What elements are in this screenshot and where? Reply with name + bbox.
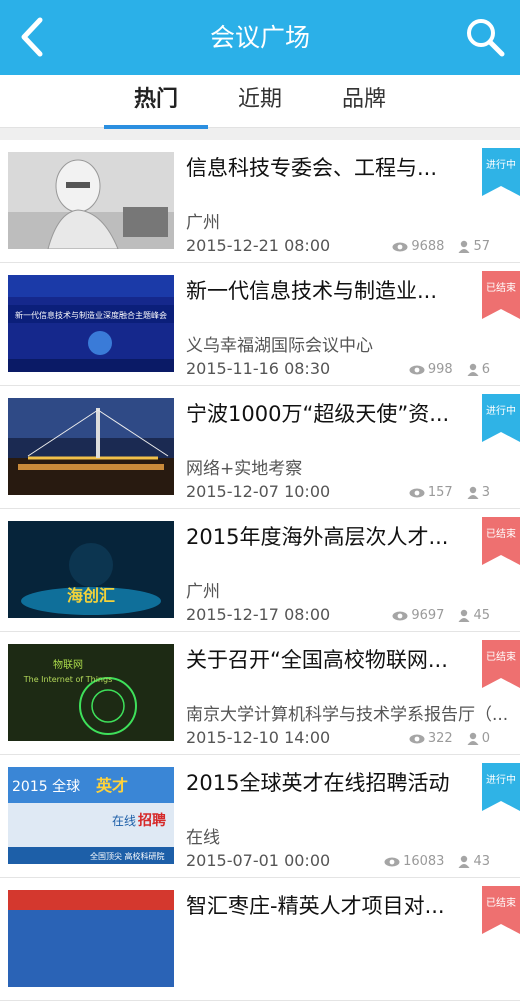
- meeting-thumbnail: 海创汇: [8, 521, 174, 618]
- top-bar: 会议广场: [0, 0, 520, 75]
- meeting-thumbnail: [8, 152, 174, 249]
- meeting-location: 南京大学计算机科学与技术学系报告厅（...: [186, 705, 509, 725]
- meeting-location: 在线: [186, 828, 220, 848]
- view-count: 998: [427, 362, 453, 377]
- view-count: 9697: [411, 608, 445, 623]
- page-title: 会议广场: [209, 23, 310, 52]
- eye-icon: [409, 365, 425, 374]
- divider: [0, 128, 520, 140]
- meeting-datetime: 2015-12-17 08:00: [186, 605, 331, 624]
- tab-hot[interactable]: 热门: [104, 75, 208, 129]
- person-icon: [458, 240, 470, 253]
- attendee-count: 0: [481, 731, 490, 746]
- tab-bar: 热门 近期 品牌: [0, 75, 520, 129]
- view-count: 322: [427, 731, 453, 746]
- view-count: 9688: [411, 239, 445, 254]
- list-item[interactable]: 宁波1000万“超级天使”资... 网络+实地考察 2015-12-07 10:…: [0, 386, 520, 509]
- thumbnail-caption: 物联网: [53, 658, 83, 671]
- person-icon: [467, 732, 479, 745]
- status-badge: 已结束: [482, 271, 520, 319]
- meeting-title: 2015全球英才在线招聘活动: [186, 771, 450, 795]
- attendee-count: 43: [473, 854, 490, 869]
- meeting-location: 义乌幸福湖国际会议中心: [186, 336, 373, 356]
- meeting-location: 广州: [186, 582, 220, 602]
- meeting-title: 智汇枣庄-精英人才项目对...: [186, 894, 445, 918]
- view-count: 16083: [403, 854, 445, 869]
- meeting-stats: 998 6: [409, 362, 490, 377]
- meeting-stats: 157 3: [409, 485, 490, 500]
- tab-recent[interactable]: 近期: [208, 75, 312, 127]
- meeting-thumbnail: 物联网 The Internet of Things: [8, 644, 174, 741]
- meeting-stats: 9697 45: [392, 608, 490, 623]
- eye-icon: [409, 734, 425, 743]
- status-badge: 已结束: [482, 640, 520, 688]
- meeting-thumbnail: [8, 398, 174, 495]
- meeting-thumbnail: 2015 全球 英才 在线 招聘 全国顶尖 高校科研院: [8, 767, 174, 864]
- status-badge: 已结束: [482, 886, 520, 934]
- eye-icon: [392, 242, 408, 251]
- meeting-title: 关于召开“全国高校物联网...: [186, 648, 448, 672]
- attendee-count: 45: [473, 608, 490, 623]
- list-item[interactable]: 信息科技专委会、工程与... 广州 2015-12-21 08:00 9688 …: [0, 140, 520, 263]
- list-item[interactable]: 海创汇 2015年度海外高层次人才... 广州 2015-12-17 08:00…: [0, 509, 520, 632]
- status-badge: 进行中: [482, 148, 520, 196]
- meeting-stats: 9688 57: [392, 239, 490, 254]
- thumbnail-caption: 招聘: [138, 812, 166, 829]
- meeting-list: 信息科技专委会、工程与... 广州 2015-12-21 08:00 9688 …: [0, 140, 520, 1001]
- search-button[interactable]: [462, 14, 508, 60]
- meeting-title: 新一代信息技术与制造业...: [186, 279, 438, 303]
- meeting-title: 信息科技专委会、工程与...: [186, 156, 438, 180]
- thumbnail-caption: 在线: [112, 814, 136, 828]
- status-badge: 进行中: [482, 763, 520, 811]
- meeting-location: 广州: [186, 213, 220, 233]
- thumbnail-caption: 新一代信息技术与制造业深度融合主题峰会: [15, 310, 167, 320]
- meeting-title: 宁波1000万“超级天使”资...: [186, 402, 450, 426]
- meeting-datetime: 2015-07-01 00:00: [186, 851, 331, 870]
- status-badge: 进行中: [482, 394, 520, 442]
- thumbnail-caption: 海创汇: [67, 586, 115, 605]
- list-item[interactable]: 物联网 The Internet of Things 关于召开“全国高校物联网.…: [0, 632, 520, 755]
- meeting-title: 2015年度海外高层次人才...: [186, 525, 449, 549]
- thumbnail-caption: 英才: [95, 776, 128, 795]
- tab-brand[interactable]: 品牌: [312, 75, 416, 127]
- attendee-count: 57: [473, 239, 490, 254]
- person-icon: [458, 609, 470, 622]
- search-icon: [467, 19, 505, 57]
- meeting-datetime: 2015-12-10 14:00: [186, 728, 331, 747]
- eye-icon: [384, 857, 400, 866]
- meeting-datetime: 2015-12-21 08:00: [186, 236, 331, 255]
- status-badge: 已结束: [482, 517, 520, 565]
- person-icon: [458, 855, 470, 868]
- thumbnail-caption-en: The Internet of Things: [23, 675, 112, 684]
- thumbnail-caption: 2015 全球: [12, 778, 80, 795]
- attendee-count: 6: [481, 362, 490, 377]
- view-count: 157: [427, 485, 453, 500]
- meeting-location: 网络+实地考察: [186, 459, 303, 479]
- meeting-datetime: 2015-12-07 10:00: [186, 482, 331, 501]
- meeting-stats: 322 0: [409, 731, 490, 746]
- eye-icon: [409, 488, 425, 497]
- person-icon: [467, 363, 479, 376]
- meeting-thumbnail: 新一代信息技术与制造业深度融合主题峰会: [8, 275, 174, 372]
- attendee-count: 3: [481, 485, 490, 500]
- eye-icon: [392, 611, 408, 620]
- meeting-thumbnail: [8, 890, 174, 987]
- list-item[interactable]: 新一代信息技术与制造业深度融合主题峰会 新一代信息技术与制造业... 义乌幸福湖…: [0, 263, 520, 386]
- list-item[interactable]: 2015 全球 英才 在线 招聘 全国顶尖 高校科研院 2015全球英才在线招聘…: [0, 755, 520, 878]
- list-item[interactable]: 智汇枣庄-精英人才项目对... 已结束: [0, 878, 520, 1001]
- meeting-stats: 16083 43: [384, 854, 490, 869]
- thumbnail-caption: 全国顶尖 高校科研院: [90, 851, 165, 861]
- person-icon: [467, 486, 479, 499]
- meeting-datetime: 2015-11-16 08:30: [186, 359, 331, 378]
